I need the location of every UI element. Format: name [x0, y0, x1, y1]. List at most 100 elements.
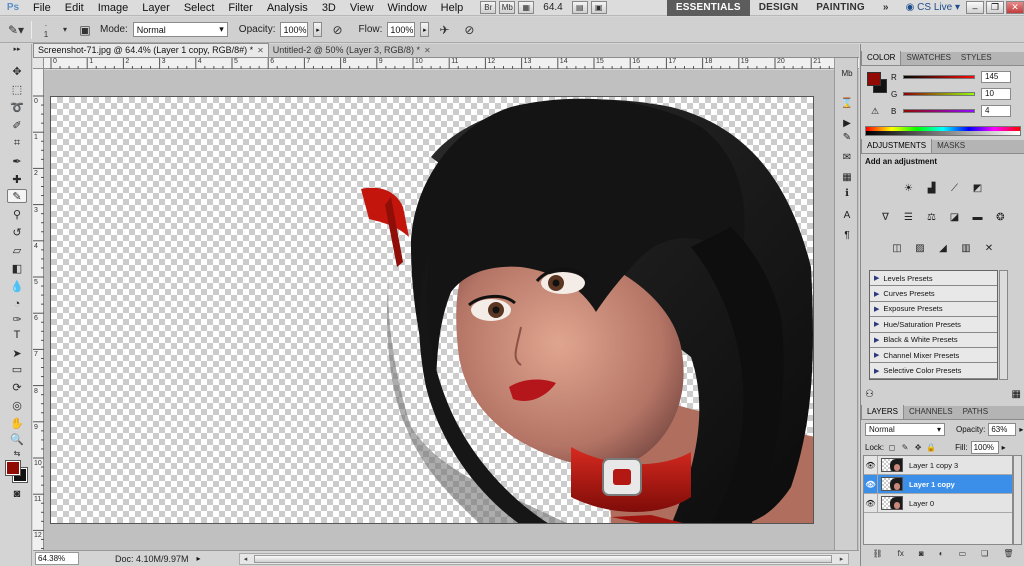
invert-icon[interactable]: ◫ [888, 240, 906, 256]
preset-item[interactable]: ▶ Selective Color Presets [870, 363, 997, 379]
fill-input[interactable]: 100% [970, 440, 999, 454]
lock-position-icon[interactable]: ✥ [913, 443, 923, 452]
menu-help[interactable]: Help [434, 0, 471, 16]
levels-icon[interactable]: ▟ [923, 180, 941, 196]
exposure-icon[interactable]: ◩ [969, 180, 987, 196]
brush-panel-toggle-icon[interactable]: ▣ [75, 21, 95, 39]
tab-color[interactable]: COLOR [861, 51, 902, 65]
preset-item[interactable]: ▶ Levels Presets [870, 271, 997, 287]
layer-opacity-input[interactable]: 63% [988, 422, 1017, 436]
tab-channels[interactable]: CHANNELS [904, 405, 958, 419]
new-layer-icon[interactable]: ❏ [981, 549, 988, 561]
eraser-tool-icon[interactable]: ▱ [7, 243, 27, 257]
mask-icon[interactable]: ◙ [919, 549, 924, 561]
group-icon[interactable]: ▭ [959, 549, 967, 561]
menu-image[interactable]: Image [91, 0, 136, 16]
horizontal-scrollbar[interactable]: ◂ ▸ [238, 552, 849, 565]
dodge-tool-icon[interactable]: ◔ [7, 297, 27, 311]
lock-transparency-icon[interactable]: ◻ [887, 443, 897, 452]
flow-slider-arrow-icon[interactable]: ▸ [420, 22, 430, 37]
menu-window[interactable]: Window [381, 0, 434, 16]
expand-arrow-icon[interactable]: ▶ [874, 320, 879, 328]
close-icon[interactable]: ✕ [424, 44, 431, 57]
eyedropper-tool-icon[interactable]: ✒ [7, 154, 27, 168]
clone-stamp-tool-icon[interactable]: ⚲ [7, 207, 27, 221]
layer-row[interactable]: 👁 Layer 0 [864, 493, 1012, 513]
expand-arrow-icon[interactable]: ▶ [874, 336, 879, 344]
zoom-level[interactable]: 64.4 [537, 2, 568, 13]
mini-bridge-panel-icon[interactable]: Mb [839, 66, 855, 81]
layers-scrollbar[interactable] [1013, 455, 1022, 545]
menu-analysis[interactable]: Analysis [260, 0, 315, 16]
workspace-essentials[interactable]: ESSENTIALS [666, 0, 750, 16]
expand-arrow-icon[interactable]: ▶ [874, 367, 879, 375]
tab-layers[interactable]: LAYERS [861, 405, 904, 419]
channel-mixer-icon[interactable]: ❂ [992, 209, 1010, 225]
quick-mask-icon[interactable]: ◙ [7, 487, 27, 501]
airbrush-icon[interactable]: ✈ [434, 21, 454, 39]
zoom-tool-icon[interactable]: 🔍 [7, 432, 27, 446]
selective-color-icon[interactable]: ✕ [980, 240, 998, 256]
preset-item[interactable]: ▶ Black & White Presets [870, 333, 997, 348]
navigator-panel-icon[interactable]: ▦ [839, 170, 855, 185]
character-panel-icon[interactable]: A [839, 208, 855, 223]
3d-rotate-tool-icon[interactable]: ⟳ [7, 380, 27, 394]
lock-all-icon[interactable]: 🔒 [926, 443, 936, 452]
gradient-map-icon[interactable]: ▥ [957, 240, 975, 256]
crop-tool-icon[interactable]: ⌗ [7, 136, 27, 150]
workspace-painting[interactable]: PAINTING [807, 0, 874, 16]
preset-item[interactable]: ▶ Curves Presets [870, 286, 997, 302]
expand-arrow-icon[interactable]: ▶ [874, 305, 879, 313]
menu-select[interactable]: Select [177, 0, 222, 16]
tab-adjustments[interactable]: ADJUSTMENTS [861, 139, 933, 153]
pressure-size-icon[interactable]: ⊘ [459, 21, 479, 39]
doc-tab-active[interactable]: Screenshot-71.jpg @ 64.4% (Layer 1 copy,… [33, 43, 269, 57]
quick-selection-tool-icon[interactable]: ✐ [7, 118, 27, 132]
close-icon[interactable]: ✕ [1006, 1, 1024, 14]
notes-panel-icon[interactable]: ✉ [839, 150, 855, 165]
type-tool-icon[interactable]: T [7, 328, 27, 342]
brush-size-picker[interactable]: · 1 [37, 21, 55, 39]
blend-mode-select[interactable]: Normal ▾ [865, 422, 945, 436]
tab-paths[interactable]: PATHS [958, 405, 993, 419]
restore-icon[interactable]: ❐ [986, 1, 1004, 14]
opacity-slider-arrow-icon[interactable]: ▸ [313, 22, 323, 37]
history-panel-icon[interactable]: ⌛ [839, 96, 855, 111]
hand-tool-icon[interactable]: ✋ [7, 416, 27, 430]
menu-file[interactable]: File [26, 0, 58, 16]
curves-icon[interactable]: ⟋ [946, 180, 964, 196]
ruler-origin[interactable] [33, 58, 44, 69]
brush-preset-icon[interactable]: ✎▾ [6, 21, 26, 39]
color-spectrum-ramp[interactable] [865, 126, 1021, 136]
layer-row[interactable]: 👁 Layer 1 copy [864, 474, 1012, 494]
status-zoom-input[interactable]: 64.38% [35, 552, 79, 565]
3d-orbit-tool-icon[interactable]: ◎ [7, 398, 27, 412]
layer-row[interactable]: 👁 Layer 1 copy 3 [864, 455, 1012, 475]
blue-value-input[interactable]: 4 [981, 105, 1011, 117]
color-foreground-swatch[interactable] [867, 72, 881, 86]
visibility-eye-icon[interactable]: 👁 [864, 474, 878, 494]
arrange-documents-icon[interactable]: ▤ [571, 1, 588, 14]
mini-bridge-icon[interactable]: Mb [499, 1, 516, 14]
link-icon[interactable]: ⛓ [873, 549, 883, 561]
path-selection-tool-icon[interactable]: ➤ [7, 346, 27, 360]
screen-mode-icon[interactable]: ▣ [590, 1, 607, 14]
gradient-tool-icon[interactable]: ◧ [7, 261, 27, 275]
document-canvas[interactable] [50, 96, 814, 524]
opacity-input[interactable]: 100% [280, 22, 309, 37]
presets-scrollbar[interactable] [999, 270, 1008, 380]
info-panel-icon[interactable]: ℹ [839, 186, 855, 201]
move-tool-icon[interactable]: ✥ [7, 64, 27, 78]
expand-arrow-icon[interactable]: ▶ [874, 290, 879, 298]
fill-slider-arrow-icon[interactable]: ▸ [1002, 443, 1006, 452]
tab-swatches[interactable]: SWATCHES [901, 51, 955, 65]
brush-presets-panel-icon[interactable]: ✎ [839, 130, 855, 145]
cs-live-button[interactable]: ◉ CS Live ▾ [906, 2, 960, 13]
posterize-icon[interactable]: ▨ [911, 240, 929, 256]
mode-select[interactable]: Normal ▾ [132, 22, 228, 37]
expand-panel-icon[interactable]: ▦ [1012, 389, 1021, 400]
history-brush-tool-icon[interactable]: ↺ [7, 225, 27, 239]
blue-slider[interactable] [903, 109, 975, 113]
red-slider[interactable] [903, 75, 975, 79]
workspace-design[interactable]: DESIGN [750, 0, 808, 16]
